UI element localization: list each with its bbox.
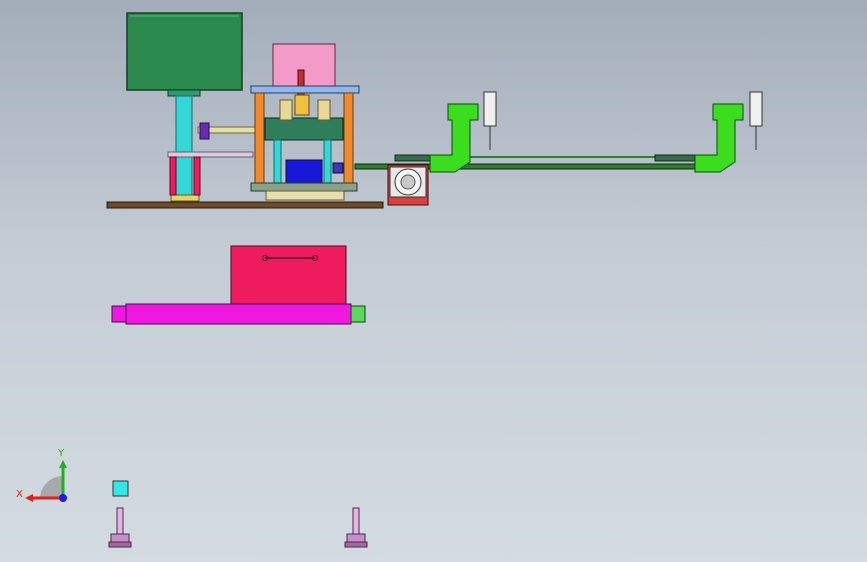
fan-unit[interactable] [387,164,429,206]
green-bracket-right[interactable] [694,91,763,173]
base-plate[interactable] [106,201,384,209]
x-axis-label: X [16,489,23,500]
coordinate-triad-icon: Y X [16,448,67,502]
cube-icon [112,480,129,497]
y-axis-label: Y [57,448,65,459]
leveling-foot-icon[interactable] [108,507,132,548]
green-bracket-left[interactable] [429,91,497,173]
assembly-drawing[interactable]: Y X [0,0,867,562]
magenta-slide[interactable] [111,303,366,325]
leveling-foot-icon[interactable] [344,507,368,548]
green-control-panel[interactable] [126,12,243,91]
press-assembly[interactable] [250,43,360,201]
cad-viewport[interactable]: Y X [0,0,867,562]
lower-crimson-block[interactable] [230,245,347,305]
